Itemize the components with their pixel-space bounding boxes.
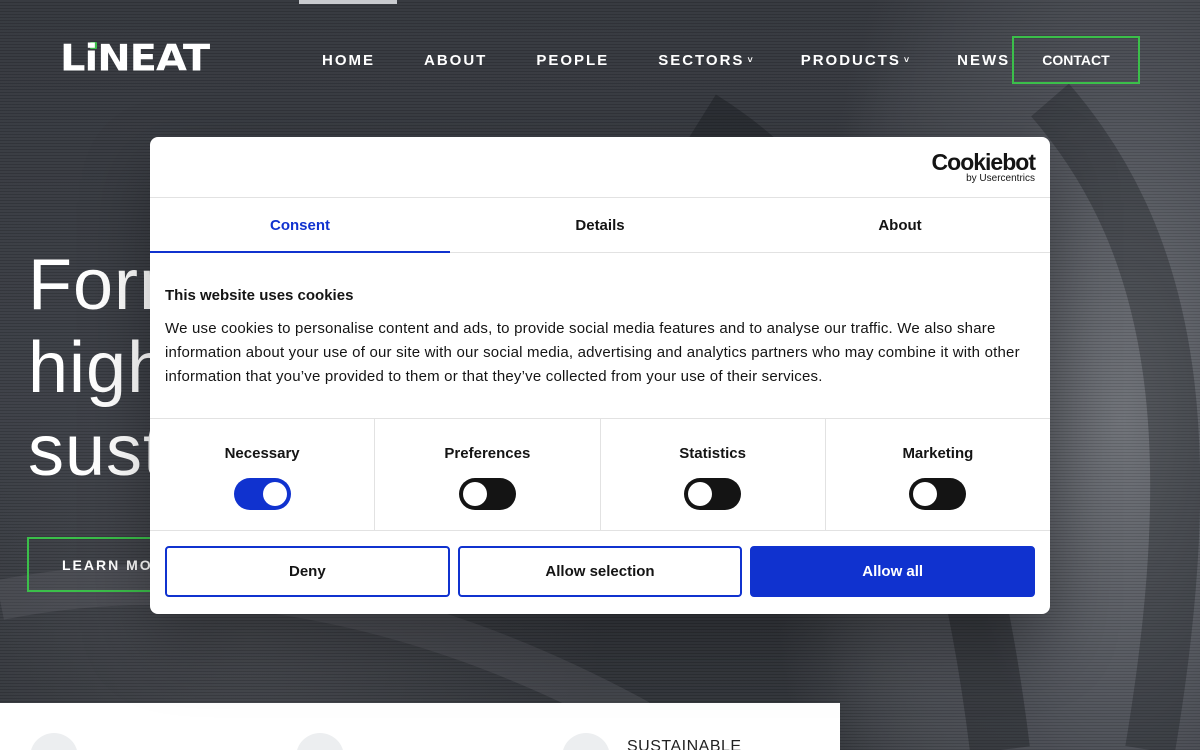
feature-label-sustainable: SUSTAINABLE — [627, 738, 742, 750]
cookie-heading: This website uses cookies — [165, 287, 354, 304]
cookiebot-logo[interactable]: Cookiebot by Usercentrics — [931, 149, 1036, 185]
cookie-category-toggles: Necessary Preferences Statistics Marketi… — [150, 418, 1050, 531]
switch-knob — [462, 482, 487, 506]
nav-people[interactable]: PEOPLE — [536, 52, 609, 69]
cookie-description: We use cookies to personalise content an… — [165, 320, 1020, 385]
toggle-statistics-label: Statistics — [679, 445, 746, 462]
cookie-body: This website uses cookies We use cookies… — [165, 287, 1035, 389]
nav-about[interactable]: ABOUT — [424, 52, 487, 69]
globe-icon — [30, 733, 78, 750]
toggle-preferences: Preferences — [375, 419, 601, 530]
switch-knob — [688, 482, 713, 506]
toggle-marketing: Marketing — [826, 419, 1050, 530]
cookiebot-brand: Cookiebot — [931, 149, 1036, 175]
toggle-marketing-label: Marketing — [902, 445, 974, 462]
marketing-switch[interactable] — [909, 478, 967, 510]
toggle-statistics: Statistics — [601, 419, 826, 530]
nav-home[interactable]: HOME — [322, 52, 375, 69]
cookie-actions: Deny Allow selection Allow all — [165, 546, 1036, 598]
nav-news-label: NEWS — [957, 51, 1011, 69]
nav-about-label: ABOUT — [424, 51, 488, 69]
tab-details-label: Details — [575, 216, 625, 234]
contact-button[interactable]: CONTACT — [1012, 36, 1140, 84]
feature-strip: SUSTAINABLE — [0, 703, 840, 750]
tab-about[interactable]: About — [750, 198, 1050, 252]
necessary-switch[interactable] — [233, 478, 291, 510]
allow-selection-button[interactable]: Allow selection — [457, 546, 743, 597]
toggle-necessary-label: Necessary — [224, 445, 300, 462]
toggle-preferences-label: Preferences — [444, 445, 531, 462]
nav-news[interactable]: NEWS — [957, 52, 1010, 69]
toggle-necessary: Necessary — [150, 419, 376, 530]
nav-products-label: PRODUCTS — [800, 51, 901, 69]
tab-consent-label: Consent — [270, 216, 330, 234]
tab-details[interactable]: Details — [450, 198, 750, 252]
chevron-down-icon: ˅ — [747, 55, 753, 65]
logo-text: LiNEAT — [60, 37, 210, 80]
top-active-indicator — [299, 0, 397, 4]
leaf-icon — [562, 733, 610, 750]
main-nav: HOME ABOUT PEOPLE SECTORS ˅ PRODUCTS ˅ N… — [322, 50, 1010, 70]
deny-button[interactable]: Deny — [165, 546, 450, 597]
tab-consent[interactable]: Consent — [150, 198, 450, 253]
preferences-switch[interactable] — [458, 478, 516, 510]
target-icon — [296, 733, 344, 750]
cookie-tabs: Consent Details About — [150, 197, 1050, 253]
tab-about-label: About — [878, 216, 922, 234]
switch-knob — [262, 482, 287, 506]
site-logo[interactable]: LiNEAT — [60, 37, 240, 80]
statistics-switch[interactable] — [684, 478, 742, 510]
nav-people-label: PEOPLE — [536, 51, 610, 69]
nav-home-label: HOME — [322, 51, 375, 69]
allow-all-button[interactable]: Allow all — [750, 546, 1036, 597]
nav-products[interactable]: PRODUCTS ˅ — [801, 52, 909, 69]
switch-knob — [913, 482, 938, 506]
chevron-down-icon: ˅ — [903, 55, 910, 65]
nav-sectors[interactable]: SECTORS ˅ — [658, 52, 753, 69]
nav-sectors-label: SECTORS — [658, 51, 745, 69]
cookie-consent-dialog: Cookiebot by Usercentrics Consent Detail… — [150, 137, 1050, 614]
